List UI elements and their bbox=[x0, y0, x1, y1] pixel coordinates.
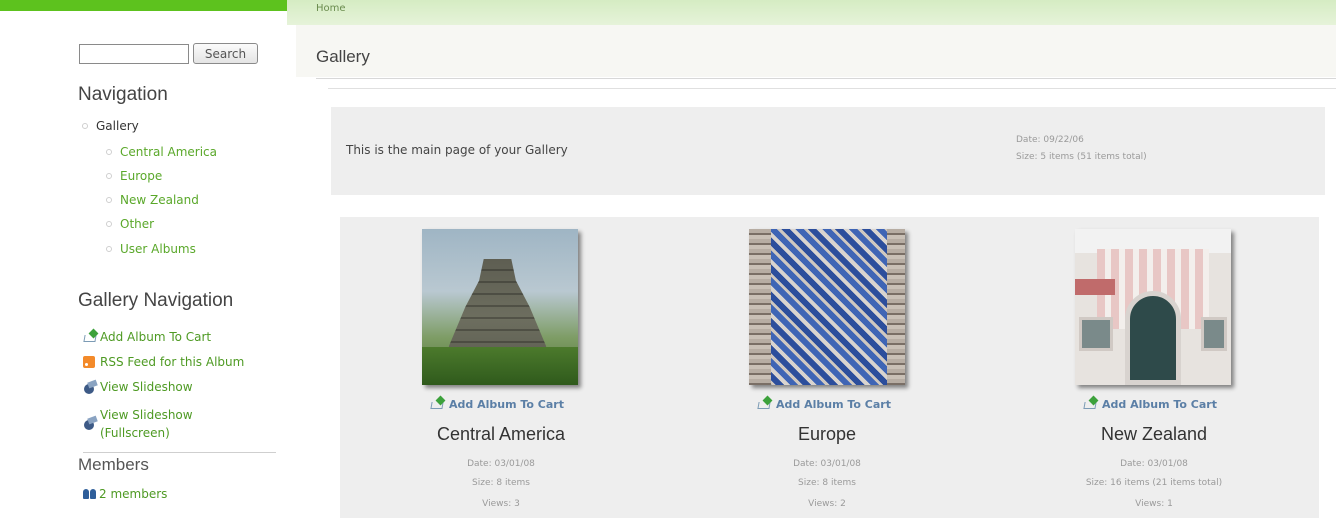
bullet-icon bbox=[106, 197, 112, 203]
nav-item-label: User Albums bbox=[120, 242, 196, 256]
link-label: Add Album To Cart bbox=[449, 397, 564, 411]
tile-border bbox=[887, 229, 905, 385]
sidebar-top-bar bbox=[0, 0, 287, 11]
rss-feed-link[interactable]: RSS Feed for this Album bbox=[83, 355, 244, 369]
nav-item-gallery[interactable]: Gallery bbox=[82, 119, 139, 133]
doorway-image bbox=[1125, 291, 1181, 385]
album-thumbnail-central-america[interactable] bbox=[422, 229, 578, 385]
album-title[interactable]: New Zealand bbox=[1024, 424, 1284, 445]
album-size: Size: 8 items bbox=[798, 478, 856, 488]
nav-item-label: Europe bbox=[120, 169, 163, 183]
album-title[interactable]: Europe bbox=[697, 424, 957, 445]
gallery-navigation-heading: Gallery Navigation bbox=[78, 290, 234, 311]
link-label: View Slideshow (Fullscreen) bbox=[100, 406, 193, 442]
sidebar: Search Navigation Gallery Central Americ… bbox=[0, 0, 287, 518]
link-label: 2 members bbox=[99, 487, 168, 501]
search-input[interactable] bbox=[79, 44, 189, 64]
album-date: Date: 09/22/06 bbox=[1016, 135, 1084, 145]
link-label: RSS Feed for this Album bbox=[100, 355, 245, 369]
nav-item-label: Gallery bbox=[96, 119, 139, 133]
nav-item-user-albums[interactable]: User Albums bbox=[106, 242, 196, 256]
bullet-icon bbox=[106, 173, 112, 179]
bullet-icon bbox=[106, 221, 112, 227]
album-date: Date: 03/01/08 bbox=[467, 459, 535, 469]
slideshow-fullscreen-icon bbox=[83, 416, 98, 430]
nav-item-label: New Zealand bbox=[120, 193, 199, 207]
cart-icon bbox=[430, 397, 446, 411]
tile-border bbox=[749, 229, 771, 385]
bullet-icon bbox=[106, 149, 112, 155]
album-size: Size: 5 items (51 items total) bbox=[1016, 152, 1147, 162]
album-size: Size: 16 items (21 items total) bbox=[1085, 478, 1223, 488]
album-views: Views: 1 bbox=[1135, 499, 1173, 509]
link-label-line1: View Slideshow bbox=[100, 408, 193, 422]
page-title: Gallery bbox=[316, 47, 370, 66]
awning-image bbox=[1075, 279, 1115, 295]
link-label-line2: (Fullscreen) bbox=[100, 426, 170, 440]
breadcrumb-home[interactable]: Home bbox=[316, 3, 346, 14]
nav-item-other[interactable]: Other bbox=[106, 217, 154, 231]
nav-item-label: Central America bbox=[120, 145, 218, 159]
search-button[interactable]: Search bbox=[193, 43, 258, 64]
album-title[interactable]: Central America bbox=[371, 424, 631, 445]
add-album-to-cart-link[interactable]: Add Album To Cart bbox=[83, 330, 211, 344]
album-add-to-cart-link[interactable]: Add Album To Cart bbox=[757, 397, 891, 411]
rss-icon bbox=[83, 356, 95, 368]
album-add-to-cart-link[interactable]: Add Album To Cart bbox=[430, 397, 564, 411]
page-header bbox=[296, 25, 1336, 77]
header-divider bbox=[316, 78, 1336, 79]
cart-icon bbox=[757, 397, 773, 411]
members-link[interactable]: 2 members bbox=[83, 487, 167, 501]
album-size: Size: 8 items bbox=[472, 478, 530, 488]
top-bar bbox=[287, 0, 1336, 25]
link-label: View Slideshow bbox=[100, 380, 193, 394]
trees-image bbox=[422, 347, 578, 385]
album-description: This is the main page of your Gallery bbox=[346, 143, 568, 157]
members-heading: Members bbox=[78, 455, 149, 474]
album-add-to-cart-link[interactable]: Add Album To Cart bbox=[1083, 397, 1217, 411]
cart-icon bbox=[1083, 397, 1099, 411]
header-divider bbox=[328, 88, 1336, 89]
album-thumbnail-europe[interactable] bbox=[749, 229, 905, 385]
nav-item-europe[interactable]: Europe bbox=[106, 169, 162, 183]
nav-item-central-america[interactable]: Central America bbox=[106, 145, 217, 159]
bullet-icon bbox=[82, 123, 88, 129]
view-slideshow-link[interactable]: View Slideshow bbox=[83, 380, 193, 394]
album-date: Date: 03/01/08 bbox=[793, 459, 861, 469]
link-label: Add Album To Cart bbox=[1102, 397, 1217, 411]
link-label: Add Album To Cart bbox=[776, 397, 891, 411]
album-date: Date: 03/01/08 bbox=[1120, 459, 1188, 469]
nav-item-new-zealand[interactable]: New Zealand bbox=[106, 193, 199, 207]
album-views: Views: 2 bbox=[808, 499, 846, 509]
view-slideshow-fullscreen-link[interactable]: View Slideshow (Fullscreen) bbox=[83, 406, 193, 442]
slideshow-icon bbox=[83, 380, 98, 394]
navigation-heading: Navigation bbox=[78, 84, 168, 105]
window-image bbox=[1201, 317, 1227, 351]
album-views: Views: 3 bbox=[482, 499, 520, 509]
album-thumbnail-new-zealand[interactable] bbox=[1075, 229, 1231, 385]
nav-item-label: Other bbox=[120, 217, 155, 231]
members-divider bbox=[83, 452, 276, 453]
cart-icon bbox=[83, 330, 98, 344]
window-image bbox=[1079, 317, 1113, 351]
members-icon bbox=[83, 487, 97, 501]
link-label: Add Album To Cart bbox=[100, 330, 212, 344]
bullet-icon bbox=[106, 246, 112, 252]
